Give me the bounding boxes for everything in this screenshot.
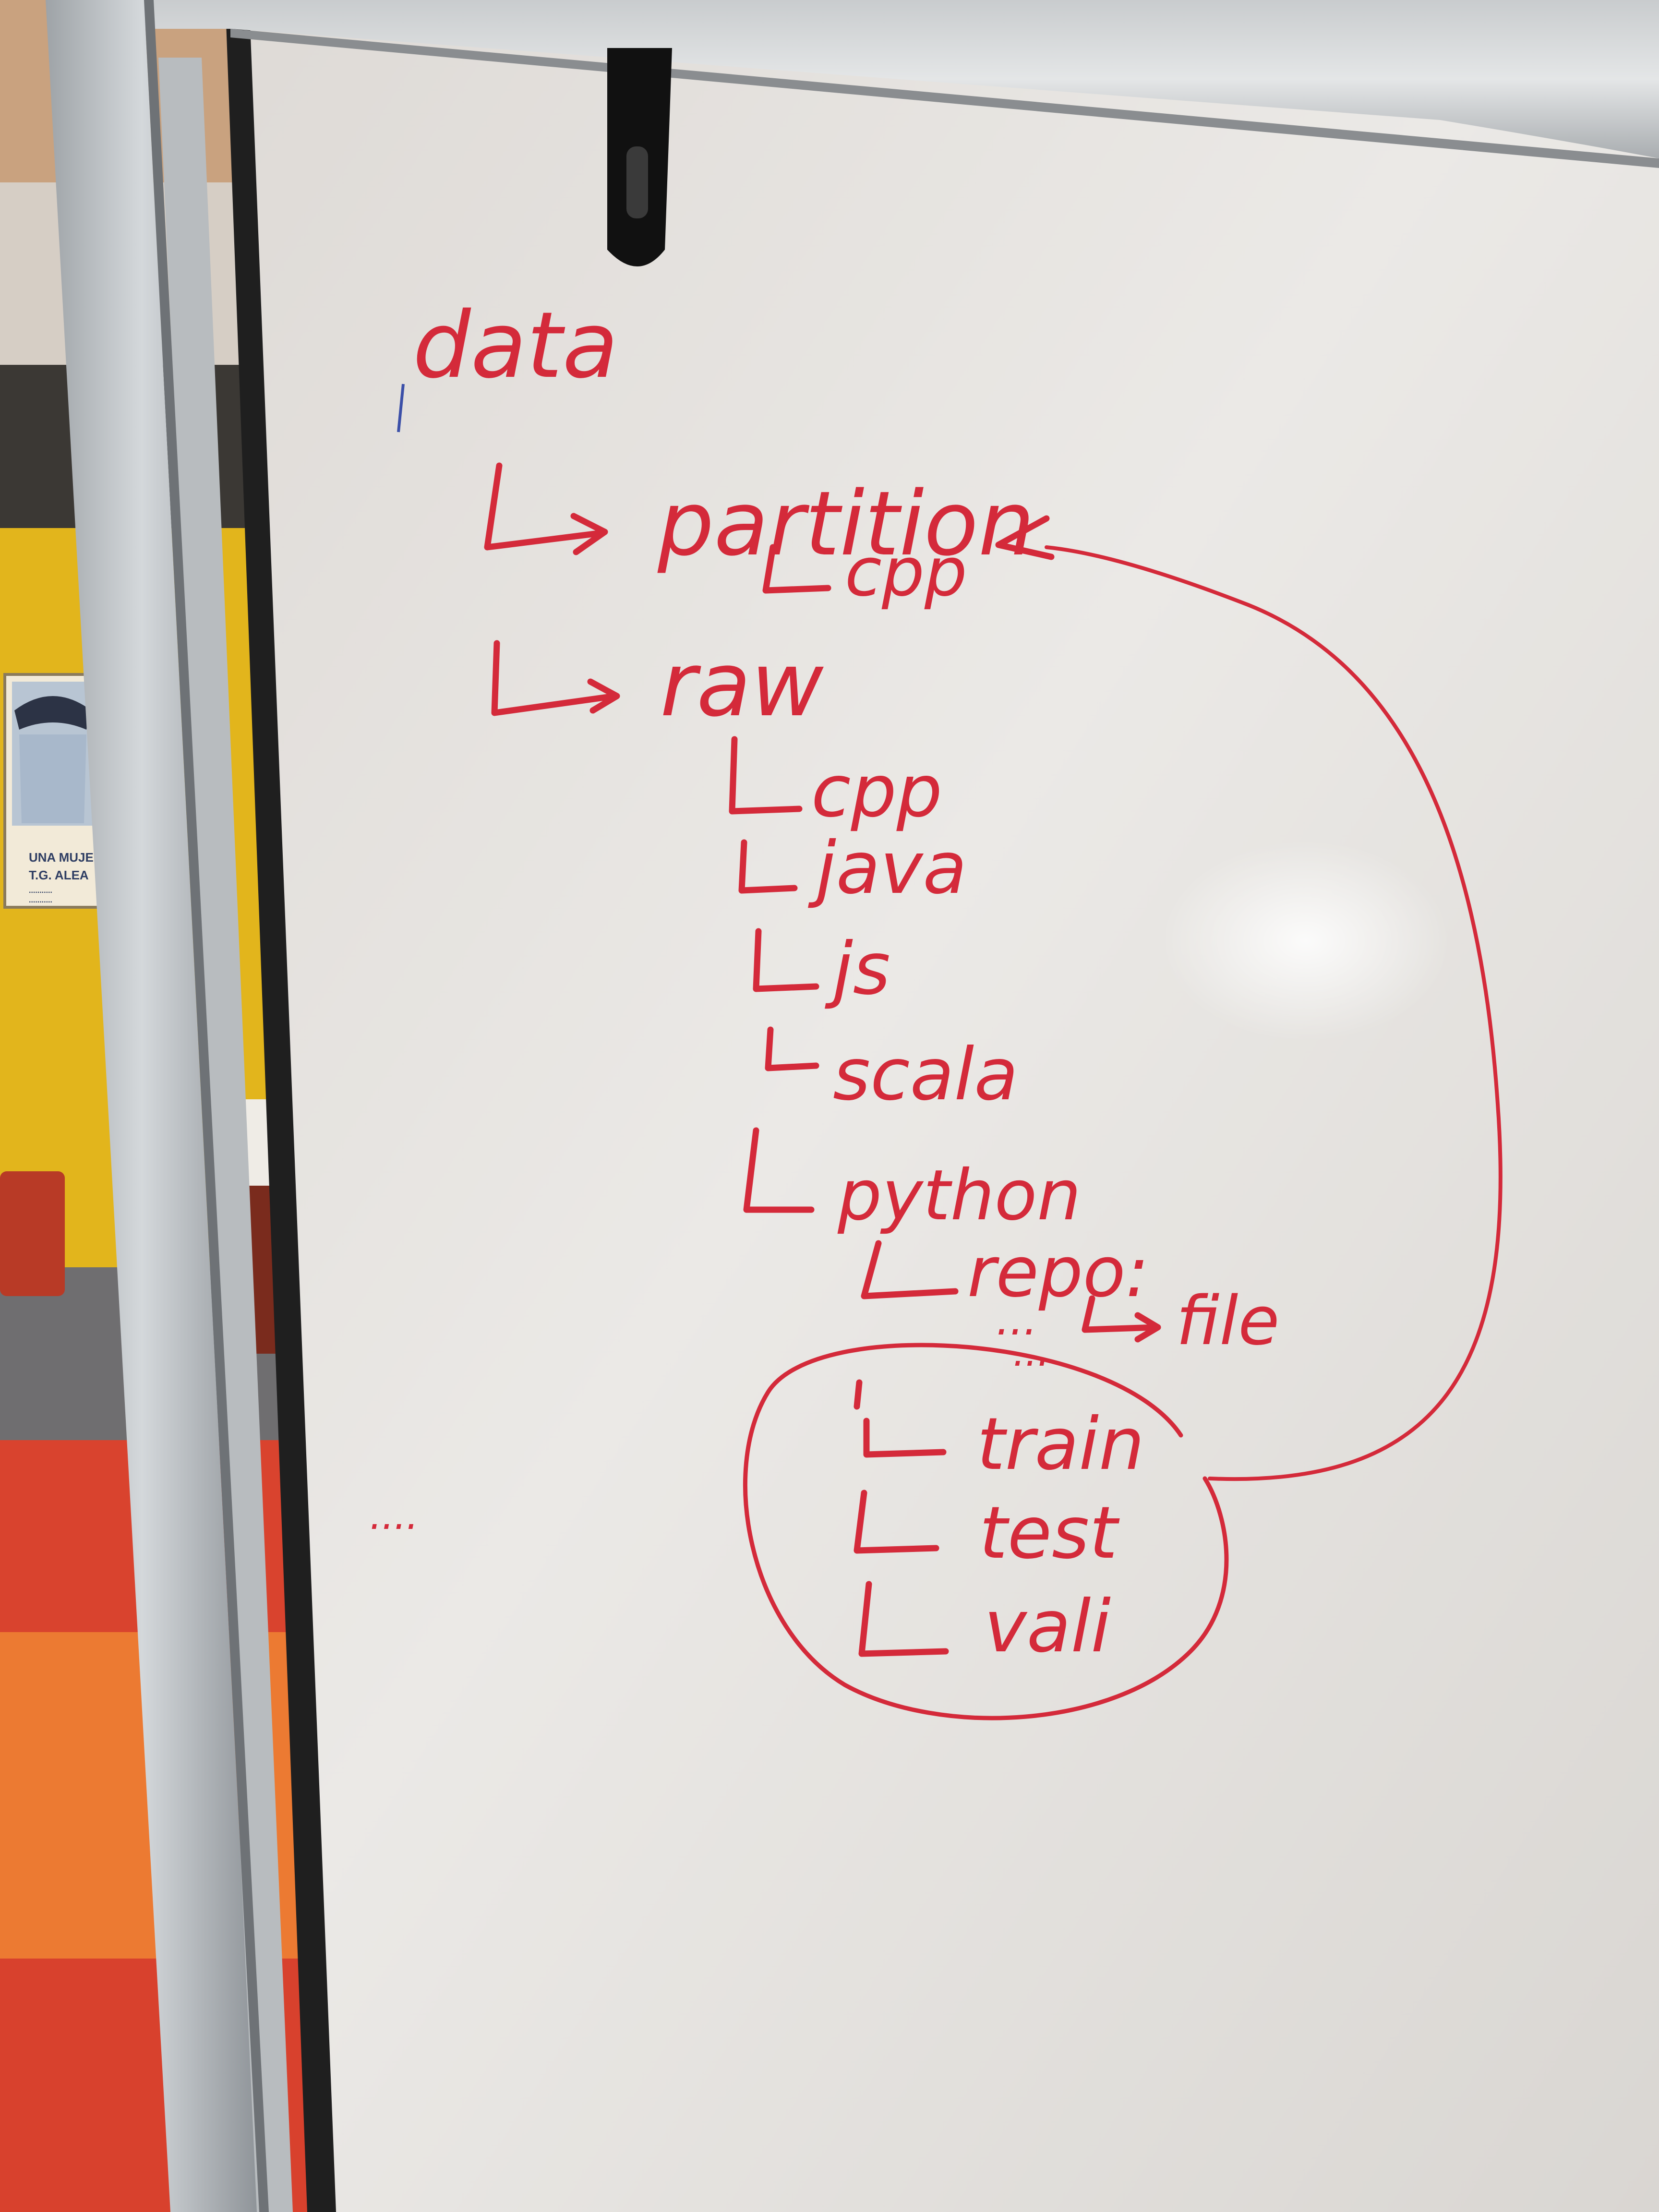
- poster-line-4: ...........: [29, 896, 52, 904]
- light-glare: [1162, 840, 1450, 1042]
- raw-label: raw: [660, 633, 824, 736]
- poster-line-3: ...........: [29, 887, 52, 895]
- split-test: test: [979, 1491, 1120, 1575]
- poster-line-2: T.G. ALEA: [29, 868, 89, 882]
- partition-child-cpp: cpp: [845, 533, 967, 612]
- whiteboard-photo: UNA MUJER S T.G. ALEA ........... ......…: [0, 0, 1659, 2212]
- stray-dots: ....: [370, 1493, 419, 1538]
- file-label: file: [1176, 1282, 1279, 1360]
- lang-scala: scala: [833, 1033, 1018, 1117]
- red-ottoman: [0, 1171, 65, 1296]
- board-clip: [607, 48, 672, 266]
- lang-java: java: [808, 827, 967, 910]
- lang-cpp: cpp: [811, 750, 942, 833]
- lang-js: js: [825, 927, 890, 1011]
- python-label: python: [837, 1155, 1081, 1236]
- split-train: train: [977, 1403, 1144, 1486]
- root-label: data: [413, 292, 618, 398]
- repo-label: repo:: [967, 1232, 1149, 1313]
- split-vali: vali: [984, 1585, 1111, 1669]
